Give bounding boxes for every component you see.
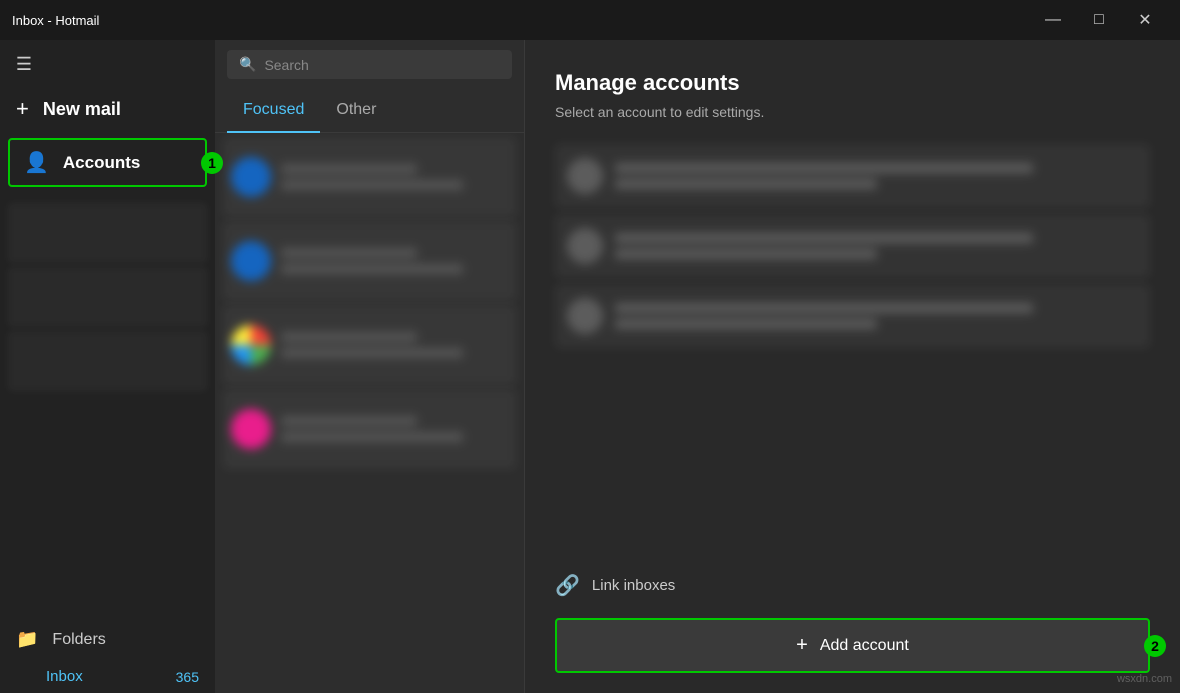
account-text — [615, 303, 1138, 329]
person-icon: 👤 — [24, 150, 49, 175]
email-item[interactable] — [223, 137, 516, 217]
minimize-button[interactable]: — — [1030, 5, 1076, 35]
inbox-label: Inbox — [46, 668, 83, 685]
folders-button[interactable]: 📁 Folders — [0, 619, 215, 660]
add-account-button[interactable]: + Add account 2 — [555, 618, 1150, 673]
account-name-line — [615, 303, 1033, 313]
folders-label: Folders — [52, 631, 105, 649]
link-inboxes-button[interactable]: 🔗 Link inboxes — [555, 565, 1150, 606]
account-email-line — [615, 179, 877, 189]
inbox-button[interactable]: Inbox 365 — [0, 660, 215, 693]
new-mail-label: New mail — [43, 99, 121, 120]
tab-focused[interactable]: Focused — [227, 89, 320, 133]
sidebar-email-item — [8, 203, 207, 263]
email-sender-line — [281, 248, 417, 258]
account-avatar — [567, 298, 603, 334]
account-avatar — [567, 228, 603, 264]
add-account-plus-icon: + — [796, 634, 808, 657]
tab-other[interactable]: Other — [320, 89, 392, 133]
account-text — [615, 163, 1138, 189]
email-items-list — [215, 133, 524, 693]
folder-icon: 📁 — [16, 629, 38, 650]
email-item[interactable] — [223, 305, 516, 385]
avatar — [231, 157, 271, 197]
accounts-button[interactable]: 👤 Accounts 1 — [8, 138, 207, 187]
new-mail-button[interactable]: + New mail — [0, 84, 215, 134]
search-bar: 🔍 — [215, 40, 524, 89]
hamburger-icon: ☰ — [16, 54, 32, 75]
close-button[interactable]: ✕ — [1122, 5, 1168, 35]
manage-accounts-panel: Manage accounts Select an account to edi… — [525, 40, 1180, 693]
email-text — [281, 164, 508, 190]
link-icon: 🔗 — [555, 573, 580, 598]
maximize-button[interactable]: □ — [1076, 5, 1122, 35]
app-body: ☰ + New mail 👤 Accounts 1 📁 Folders Inbo… — [0, 40, 1180, 693]
account-item[interactable] — [555, 284, 1150, 348]
avatar — [231, 409, 271, 449]
accounts-badge: 1 — [201, 152, 223, 174]
new-mail-plus-icon: + — [16, 96, 29, 122]
account-item[interactable] — [555, 144, 1150, 208]
link-inboxes-label: Link inboxes — [592, 577, 675, 594]
account-item[interactable] — [555, 214, 1150, 278]
account-avatar — [567, 158, 603, 194]
email-subject-line — [281, 264, 463, 274]
account-name-line — [615, 163, 1033, 173]
tabs-bar: Focused Other — [215, 89, 524, 133]
sidebar: ☰ + New mail 👤 Accounts 1 📁 Folders Inbo… — [0, 40, 215, 693]
email-list-panel: 🔍 Focused Other — [215, 40, 525, 693]
account-text — [615, 233, 1138, 259]
email-item[interactable] — [223, 221, 516, 301]
manage-accounts-title: Manage accounts — [555, 70, 1150, 96]
email-list-preview — [0, 191, 215, 619]
email-text — [281, 248, 508, 274]
email-sender-line — [281, 416, 417, 426]
window-controls: — □ ✕ — [1030, 5, 1168, 35]
email-subject-line — [281, 432, 463, 442]
email-text — [281, 332, 508, 358]
inbox-count: 365 — [176, 669, 199, 685]
manage-footer: 🔗 Link inboxes + Add account 2 — [555, 565, 1150, 673]
window-title: Inbox - Hotmail — [12, 13, 99, 28]
account-email-line — [615, 249, 877, 259]
email-sender-line — [281, 332, 417, 342]
add-account-badge: 2 — [1144, 635, 1166, 657]
account-email-line — [615, 319, 877, 329]
account-name-line — [615, 233, 1033, 243]
avatar — [231, 241, 271, 281]
manage-accounts-subtitle: Select an account to edit settings. — [555, 104, 1150, 120]
email-item[interactable] — [223, 389, 516, 469]
sidebar-email-item — [8, 331, 207, 391]
email-sender-line — [281, 164, 417, 174]
add-account-label: Add account — [820, 637, 909, 655]
email-text — [281, 416, 508, 442]
avatar — [231, 325, 271, 365]
search-input-wrap[interactable]: 🔍 — [227, 50, 512, 79]
account-items-list — [555, 144, 1150, 545]
sidebar-email-item — [8, 267, 207, 327]
hamburger-menu-button[interactable]: ☰ — [0, 44, 48, 84]
email-subject-line — [281, 180, 463, 190]
accounts-label: Accounts — [63, 153, 140, 173]
email-subject-line — [281, 348, 463, 358]
search-icon: 🔍 — [239, 56, 256, 73]
search-input[interactable] — [264, 57, 500, 73]
titlebar: Inbox - Hotmail — □ ✕ — [0, 0, 1180, 40]
